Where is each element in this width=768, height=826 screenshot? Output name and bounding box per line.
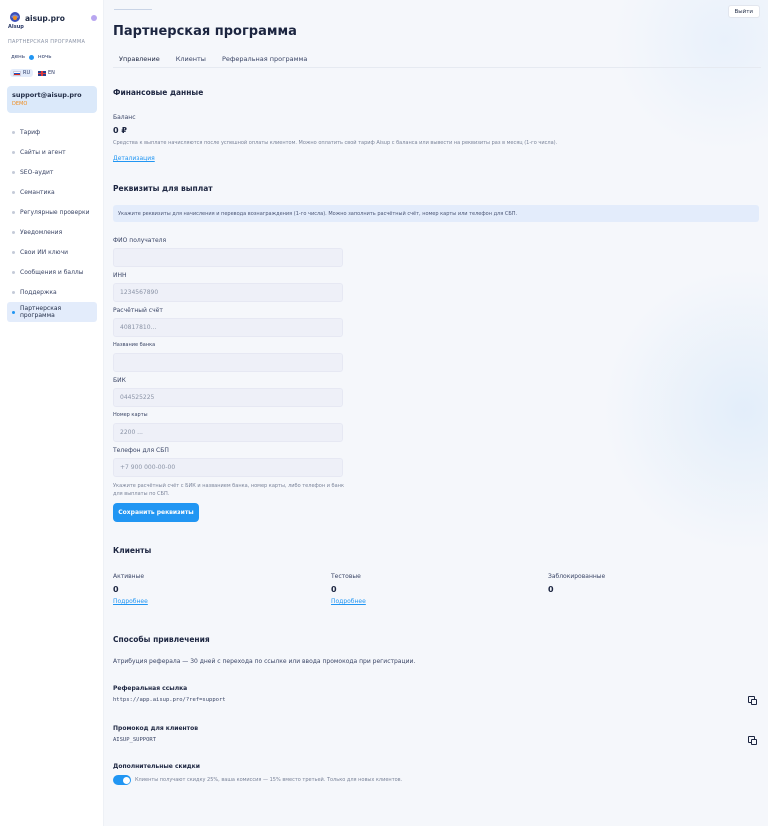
account-number-input[interactable] (113, 318, 343, 337)
bullet-icon (12, 310, 15, 314)
test-clients-value: 0 (331, 585, 337, 594)
bik-input[interactable] (113, 388, 343, 407)
inn-label: ИНН (113, 272, 127, 279)
loading-indicator (114, 9, 152, 10)
sidebar-item-label: Поддержка (20, 288, 57, 296)
promo-label: Промокод для клиентов (113, 725, 199, 732)
active-clients-label: Активные (113, 573, 145, 580)
logo-subtitle: AIsup (8, 24, 24, 30)
sidebar-item-sites[interactable]: Сайты и агент (7, 142, 97, 162)
balance-label: Баланс (113, 114, 136, 121)
sidebar-section-caption: ПАРТНЕРСКАЯ ПРОГРАММА (8, 39, 86, 45)
bank-name-input[interactable] (113, 353, 343, 372)
account-number-label: Расчётный счёт (113, 307, 163, 314)
active-clients-details-link[interactable]: Подробнее (113, 598, 148, 605)
bullet-icon (12, 270, 15, 274)
sidebar-item-partner[interactable]: Партнерская программа (7, 302, 97, 322)
copy-icon[interactable] (748, 696, 757, 705)
flag-uk-icon (38, 70, 46, 76)
bullet-icon (12, 150, 15, 154)
bullet-icon (12, 190, 15, 194)
aisup-logo-icon[interactable] (8, 11, 22, 25)
requisites-hint: Укажите расчётный счёт с БИК и названием… (113, 483, 344, 497)
test-clients-details-link[interactable]: Подробнее (331, 598, 366, 605)
inn-input[interactable] (113, 283, 343, 302)
lang-en-label: EN (48, 70, 55, 76)
bik-label: БИК (113, 377, 126, 384)
sidebar-item-label: Уведомления (20, 228, 63, 236)
brand-name[interactable]: aisup.pro (25, 14, 65, 23)
balance-value: 0 ₽ (113, 126, 127, 135)
discount-label: Дополнительные скидки (113, 763, 200, 770)
save-requisites-button[interactable]: Сохранить реквизиты (113, 503, 199, 522)
sidebar-nav: Тариф Сайты и агент SEO-аудит Семантика … (7, 122, 97, 322)
lang-en-button[interactable]: EN (35, 69, 58, 77)
sidebar-item-label: Регулярные проверки (20, 208, 90, 216)
sidebar-item-regular-checks[interactable]: Регулярные проверки (7, 202, 97, 222)
account-email: support@aisup.pro (12, 91, 82, 99)
account-card[interactable]: support@aisup.pro DEMO (7, 86, 97, 113)
sidebar-item-label: SEO-аудит (20, 168, 54, 176)
tabs-divider (113, 67, 761, 68)
attribution-text: Атрибуция реферала — 30 дней с перехода … (113, 658, 416, 665)
sidebar-item-tariff[interactable]: Тариф (7, 122, 97, 142)
account-tier-badge: DEMO (12, 101, 28, 107)
card-number-label: Номер карты (113, 412, 148, 418)
clients-heading: Клиенты (113, 546, 152, 555)
test-clients-label: Тестовые (331, 573, 361, 580)
sidebar-item-label: Свои ИИ ключи (20, 248, 69, 256)
sidebar-item-notifications[interactable]: Уведомления (7, 222, 97, 242)
ref-link-label: Реферальная ссылка (113, 685, 188, 692)
copy-icon[interactable] (748, 736, 757, 745)
lang-ru-label: RU (23, 70, 31, 76)
sbp-phone-label: Телефон для СБП (113, 447, 169, 454)
sidebar-item-support[interactable]: Поддержка (7, 282, 97, 302)
theme-night-label[interactable]: ночь (38, 54, 51, 60)
sidebar-item-messages[interactable]: Сообщения и баллы (7, 262, 97, 282)
sidebar-item-label: Сайты и агент (20, 148, 66, 156)
bullet-icon (12, 290, 15, 294)
bullet-icon (12, 130, 15, 134)
sidebar-item-label: Партнерская программа (20, 305, 62, 319)
methods-heading: Способы привлечения (113, 635, 210, 644)
bullet-icon (12, 250, 15, 254)
promo-value[interactable]: AISUP_SUPPORT (113, 737, 156, 743)
theme-switch-icon[interactable] (91, 15, 97, 21)
theme-toggle-dot-icon[interactable] (29, 54, 35, 60)
sidebar-item-seo-audit[interactable]: SEO-аудит (7, 162, 97, 182)
main-content: Выйти Партнерская программа Управление К… (104, 0, 768, 826)
theme-day-label[interactable]: день (11, 54, 25, 60)
balance-note: Средства к выплате начисляются после усп… (113, 140, 558, 146)
bullet-icon (12, 170, 15, 174)
requisites-info: Укажите реквизиты для начисления и перев… (113, 205, 759, 222)
blocked-clients-label: Заблокированные (548, 573, 606, 580)
sidebar-item-label: Тариф (20, 128, 41, 136)
ref-link-value[interactable]: https://app.aisup.pro/?ref=support (113, 697, 226, 703)
sidebar-item-semantics[interactable]: Семантика (7, 182, 97, 202)
active-clients-value: 0 (113, 585, 119, 594)
recipient-name-label: ФИО получателя (113, 237, 167, 244)
discount-toggle[interactable] (113, 775, 131, 785)
bullet-icon (12, 230, 15, 234)
lang-ru-button[interactable]: RU (10, 69, 34, 77)
sidebar-item-label: Сообщения и баллы (20, 268, 84, 276)
finance-heading: Финансовые данные (113, 88, 204, 97)
bullet-icon (12, 210, 15, 214)
theme-toggle[interactable]: день ночь (11, 54, 51, 60)
sidebar: AIsup aisup.pro ПАРТНЕРСКАЯ ПРОГРАММА де… (0, 0, 104, 826)
flag-ru-icon (13, 70, 21, 76)
logout-button[interactable]: Выйти (727, 5, 760, 18)
requisites-heading: Реквизиты для выплат (113, 184, 213, 193)
sbp-phone-input[interactable] (113, 458, 343, 477)
sidebar-item-label: Семантика (20, 188, 55, 196)
page-title: Партнерская программа (113, 24, 297, 39)
blocked-clients-value: 0 (548, 585, 554, 594)
sidebar-item-ai-keys[interactable]: Свои ИИ ключи (7, 242, 97, 262)
card-number-input[interactable] (113, 423, 343, 442)
toggle-knob (122, 776, 130, 784)
details-link[interactable]: Детализация (113, 155, 155, 162)
recipient-name-input[interactable] (113, 248, 343, 267)
discount-text: Клиенты получают скидку 25%, ваша комисс… (135, 777, 403, 783)
bank-name-label: Название банка (113, 342, 156, 348)
